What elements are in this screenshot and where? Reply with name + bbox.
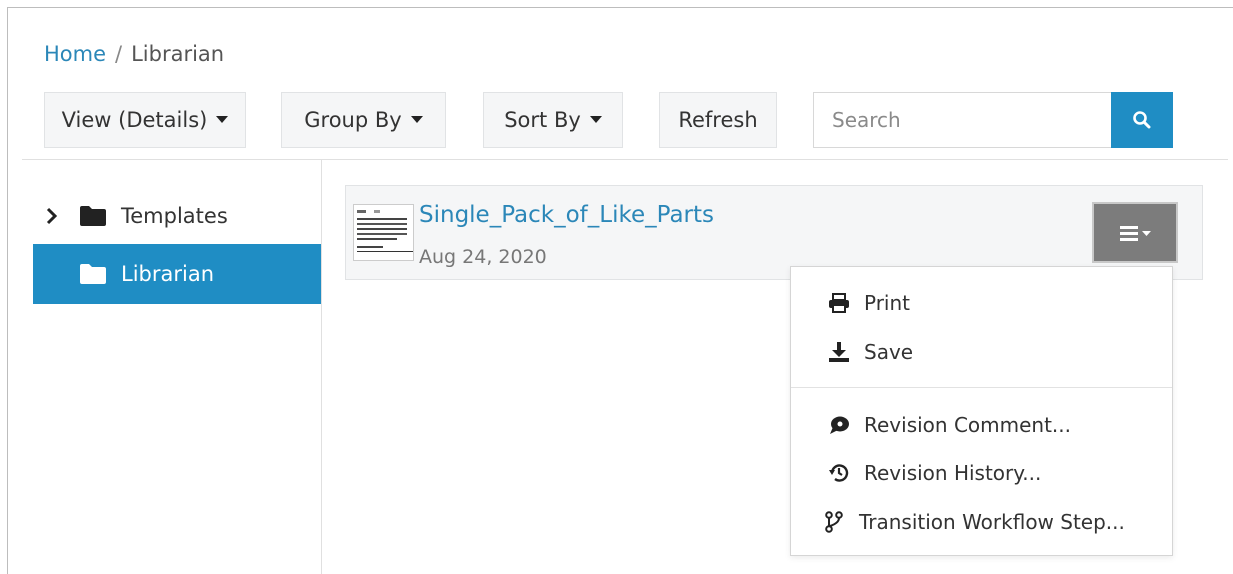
comment-icon — [828, 414, 850, 436]
download-icon — [828, 341, 850, 363]
menu-item-label: Revision History... — [864, 461, 1042, 485]
sort-by-label: Sort By — [504, 108, 581, 132]
breadcrumb-home-link[interactable]: Home — [44, 42, 106, 66]
menu-item-label: Transition Workflow Step... — [859, 510, 1125, 534]
group-by-label: Group By — [304, 108, 402, 132]
toolbar-divider — [22, 159, 1228, 160]
tree-item-label: Templates — [121, 204, 228, 228]
search-icon — [1133, 111, 1151, 129]
sort-by-button[interactable]: Sort By — [483, 92, 623, 148]
chevron-right-icon[interactable] — [45, 207, 59, 225]
menu-item-revision-comment[interactable]: Revision Comment... — [791, 405, 1172, 445]
branch-icon — [823, 511, 845, 533]
search-button[interactable] — [1111, 92, 1173, 148]
folder-icon — [80, 206, 106, 226]
menu-item-label: Save — [864, 340, 914, 364]
print-icon — [828, 292, 850, 314]
menu-item-label: Revision Comment... — [864, 413, 1072, 437]
menu-item-transition-workflow[interactable]: Transition Workflow Step... — [791, 502, 1172, 542]
tree-item-templates[interactable]: Templates — [33, 186, 321, 246]
document-title-link[interactable]: Single_Pack_of_Like_Parts — [419, 202, 714, 228]
view-dropdown-button[interactable]: View (Details) — [44, 92, 246, 148]
menu-item-save[interactable]: Save — [791, 332, 1172, 372]
caret-down-icon — [589, 115, 602, 123]
caret-down-icon — [410, 115, 423, 123]
menu-item-label: Print — [864, 291, 911, 315]
refresh-label: Refresh — [678, 108, 758, 132]
document-date: Aug 24, 2020 — [419, 246, 547, 268]
document-thumbnail[interactable] — [353, 204, 414, 261]
view-dropdown-label: View (Details) — [61, 108, 208, 132]
bars-icon — [1120, 225, 1151, 241]
breadcrumb: Home / Librarian — [44, 42, 224, 66]
folder-icon — [80, 264, 106, 284]
sidebar-divider — [321, 160, 322, 574]
document-menu-button[interactable] — [1092, 202, 1178, 263]
caret-down-icon — [216, 115, 229, 123]
search-input[interactable] — [813, 92, 1112, 148]
breadcrumb-separator: / — [115, 42, 123, 66]
refresh-button[interactable]: Refresh — [659, 92, 777, 148]
tree-item-label: Librarian — [121, 262, 215, 286]
breadcrumb-current: Librarian — [131, 42, 225, 66]
history-icon — [828, 462, 850, 484]
menu-item-print[interactable]: Print — [791, 283, 1172, 323]
group-by-button[interactable]: Group By — [281, 92, 446, 148]
tree-item-librarian[interactable]: Librarian — [33, 244, 321, 304]
menu-divider — [791, 387, 1172, 388]
menu-item-revision-history[interactable]: Revision History... — [791, 453, 1172, 493]
document-actions-menu: Print Save Revision Comment... Revision … — [790, 266, 1173, 556]
